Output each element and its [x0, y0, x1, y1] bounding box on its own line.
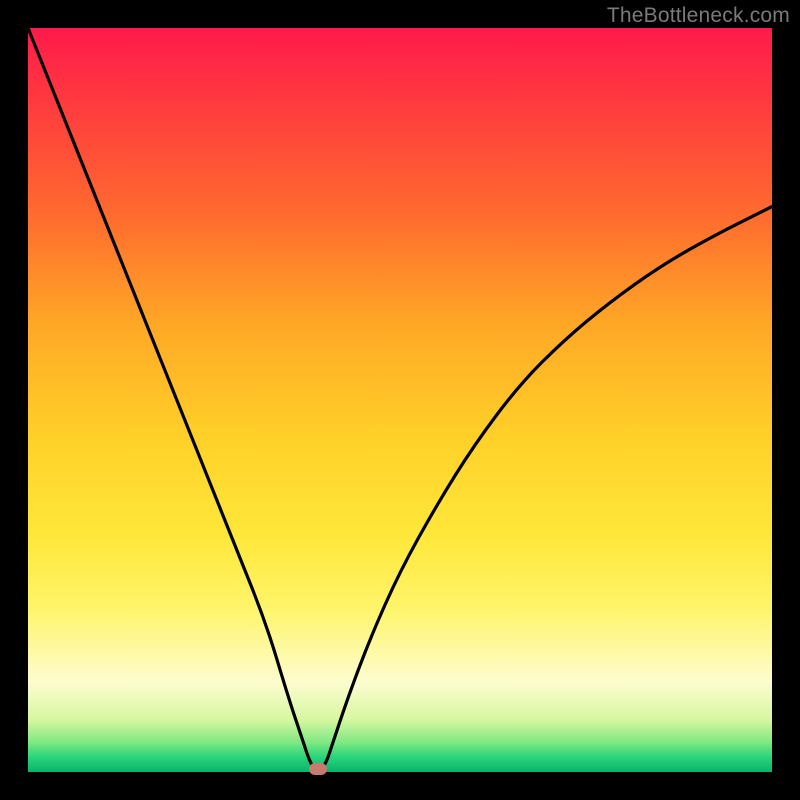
plot-area: [28, 28, 772, 772]
chart-stage: TheBottleneck.com: [0, 0, 800, 800]
watermark-text: TheBottleneck.com: [607, 4, 790, 28]
optimum-marker: [309, 763, 327, 775]
bottleneck-curve: [28, 28, 772, 772]
